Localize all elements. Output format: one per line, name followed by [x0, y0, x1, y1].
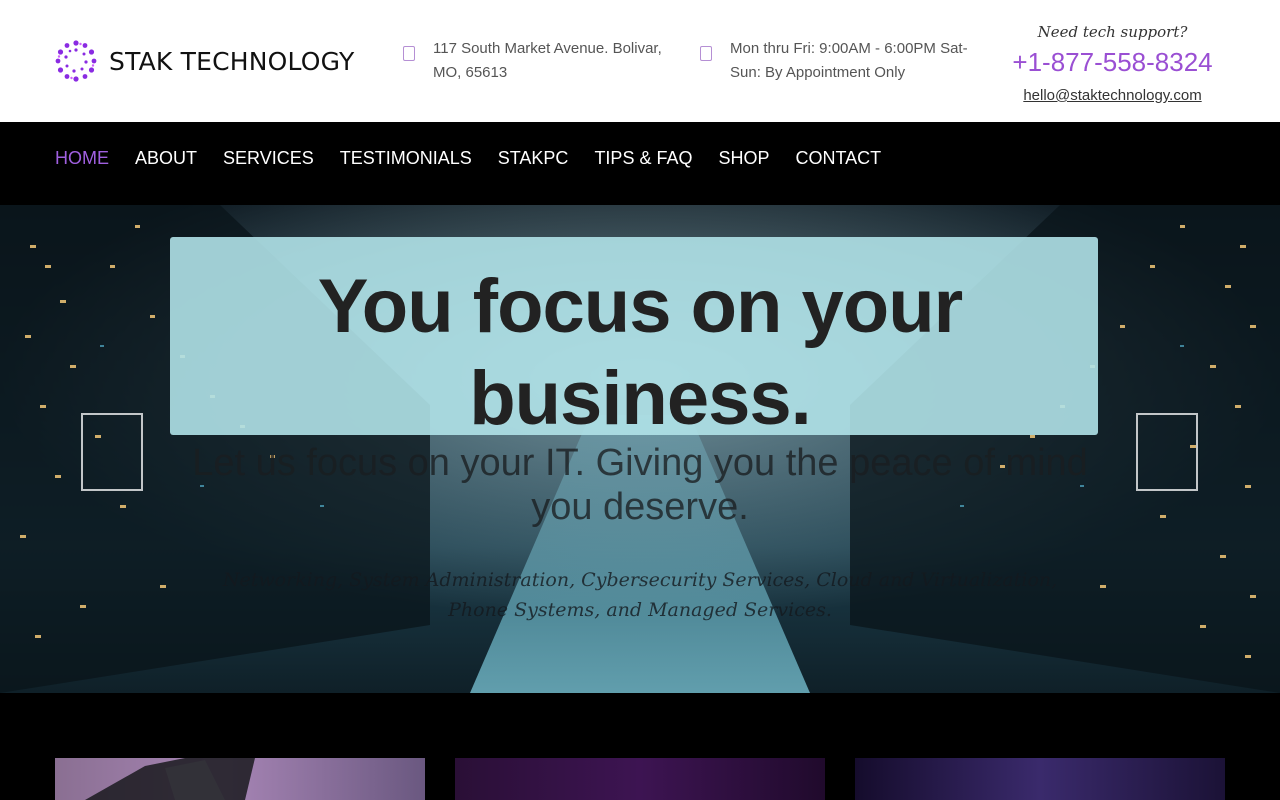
service-cards	[0, 693, 1280, 800]
site-logo[interactable]: STAK TECHNOLOGY	[55, 40, 354, 82]
nav-item-stakpc[interactable]: STAKPC	[498, 147, 569, 169]
map-pin-icon	[403, 46, 415, 61]
logo-dots-icon	[55, 40, 97, 82]
next-arrow-icon[interactable]	[1136, 413, 1198, 491]
nav-item-services[interactable]: SERVICES	[223, 147, 314, 169]
brand-name: STAK TECHNOLOGY	[109, 46, 355, 76]
hero-title: You focus on your business.	[317, 264, 963, 441]
nav-item-testimonials[interactable]: TESTIMONIALS	[340, 147, 472, 169]
clock-icon	[700, 46, 712, 61]
site-header: STAK TECHNOLOGY 117 South Market Avenue.…	[0, 0, 1280, 122]
hero-subtitle: Let us focus on your IT. Giving you the …	[192, 442, 1088, 528]
nav-item-about[interactable]: ABOUT	[135, 147, 197, 169]
hero-slider: You focus on your business. Let us focus…	[0, 205, 1280, 693]
hero-services: Networking, System Administration, Cyber…	[222, 569, 1058, 621]
prev-arrow-icon[interactable]	[81, 413, 143, 491]
main-nav: HOME ABOUT SERVICES TESTIMONIALS STAKPC …	[0, 122, 1280, 205]
service-card-image-2[interactable]	[455, 758, 825, 800]
address-block: 117 South Market Avenue. Bolivar, MO, 65…	[403, 37, 678, 85]
nav-item-tips-faq[interactable]: TIPS & FAQ	[594, 147, 692, 169]
nav-item-home[interactable]: HOME	[55, 147, 109, 169]
support-label: Need tech support?	[1037, 23, 1188, 41]
hours-text: Mon thru Fri: 9:00AM - 6:00PM Sat-Sun: B…	[730, 40, 968, 81]
support-block: Need tech support? +1-877-558-8324 hello…	[1005, 22, 1220, 106]
card-image-1	[85, 758, 255, 800]
phone-link[interactable]: +1-877-558-8324	[1005, 44, 1220, 80]
email-link[interactable]: hello@staktechnology.com	[1005, 86, 1220, 106]
nav-item-contact[interactable]: CONTACT	[795, 147, 881, 169]
address-text: 117 South Market Avenue. Bolivar, MO, 65…	[433, 40, 662, 81]
hours-block: Mon thru Fri: 9:00AM - 6:00PM Sat-Sun: B…	[700, 37, 990, 85]
service-card-image-3[interactable]	[855, 758, 1225, 800]
nav-item-shop[interactable]: SHOP	[718, 147, 769, 169]
service-card-image-1[interactable]	[55, 758, 425, 800]
